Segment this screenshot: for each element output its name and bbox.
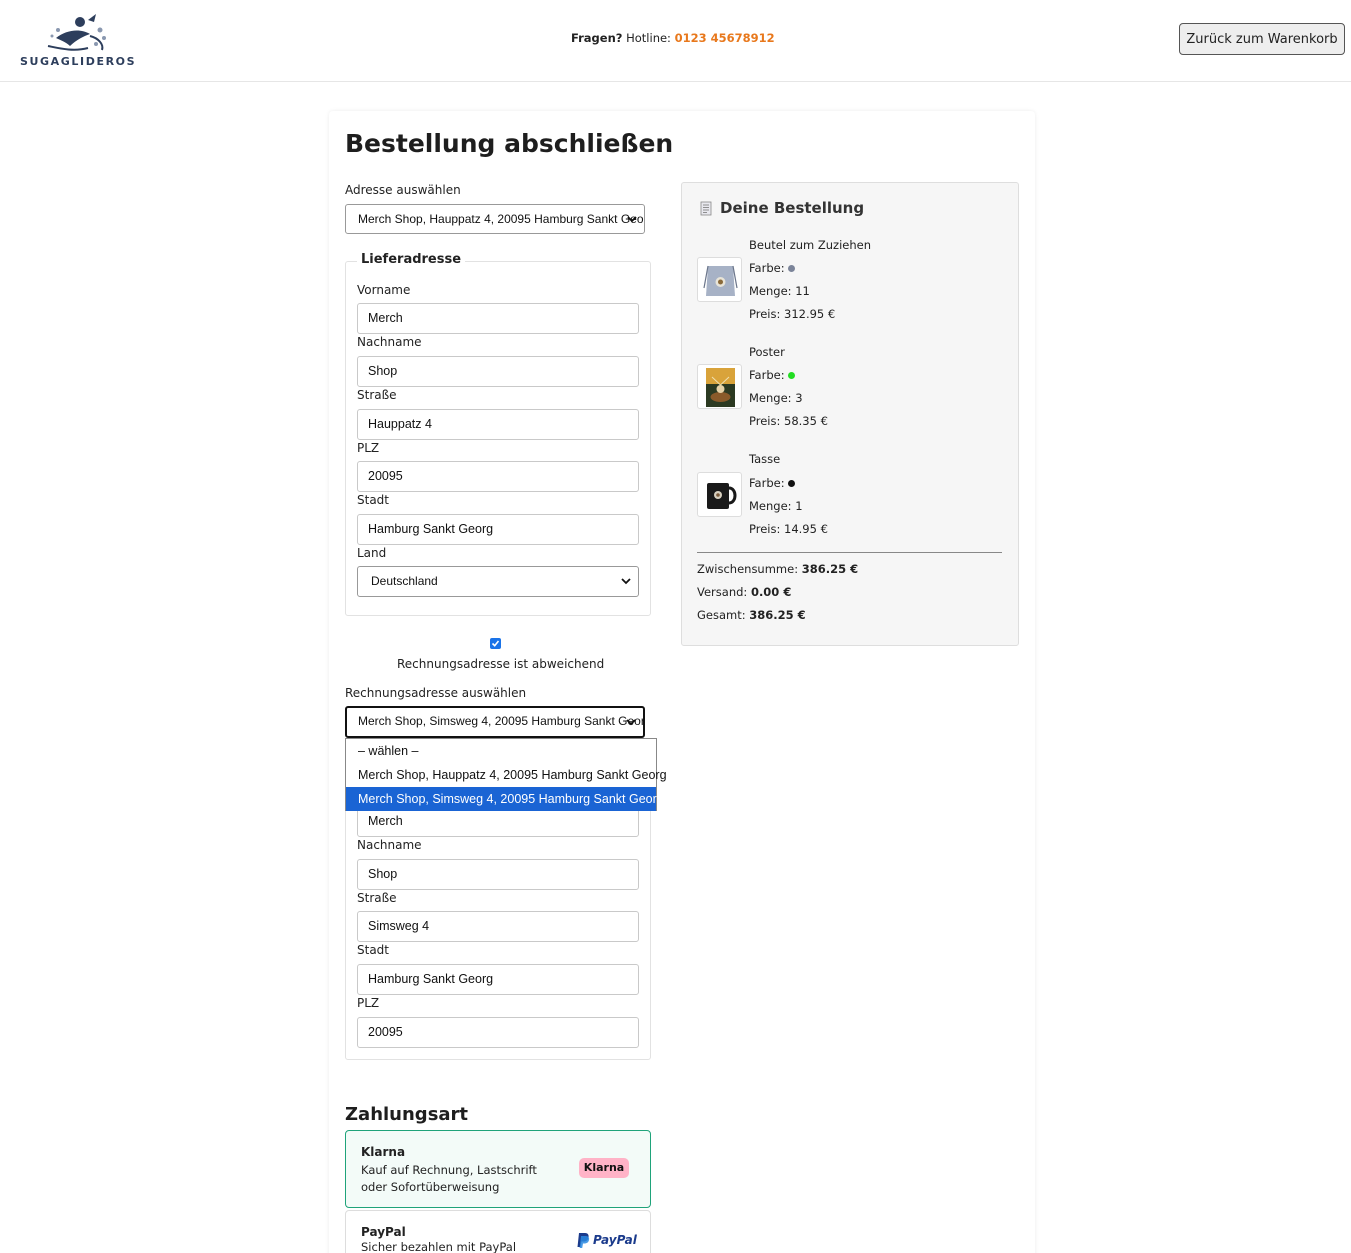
- shipping-cost-label: Versand:: [697, 585, 748, 599]
- subtotal-value: 386.25 €: [801, 562, 859, 576]
- shipping-nachname-field[interactable]: Shop: [357, 356, 639, 387]
- paypal-option[interactable]: PayPal Sicher bezahlen mit PayPal PayPal: [345, 1210, 651, 1253]
- country-select[interactable]: Deutschland: [357, 566, 639, 597]
- hotline: Fragen? Hotline: 0123 45678912: [571, 31, 775, 45]
- dropdown-option[interactable]: Merch Shop, Hauppatz 4, 20095 Hamburg Sa…: [346, 763, 667, 787]
- klarna-option[interactable]: Klarna Kauf auf Rechnung, Lastschrift od…: [345, 1130, 651, 1208]
- color-swatch: [787, 372, 795, 379]
- color-swatch: [787, 265, 795, 272]
- item-color: Farbe:: [749, 261, 795, 275]
- hotline-number[interactable]: 0123 45678912: [675, 31, 775, 45]
- billing-select-label: Rechnungsadresse auswählen: [345, 686, 527, 700]
- shipping-cost-value: 0.00 €: [750, 585, 792, 599]
- check-icon: [491, 640, 500, 647]
- payment-title: Zahlungsart: [345, 1104, 469, 1125]
- paypal-name: PayPal: [361, 1225, 406, 1239]
- item-price: Preis: 14.95 €: [749, 522, 828, 536]
- shipping-strasse-field[interactable]: Hauppatz 4: [357, 409, 639, 440]
- grand-total-label: Gesamt:: [697, 608, 746, 622]
- country-select-value: Deutschland: [371, 574, 438, 588]
- item-quantity: Menge: 1: [749, 499, 803, 513]
- item-price: Preis: 58.35 €: [749, 414, 828, 428]
- address-select[interactable]: Merch Shop, Hauppatz 4, 20095 Hamburg Sa…: [345, 204, 645, 234]
- subtotal: Zwischensumme: 386.25 €: [697, 562, 858, 576]
- shipping-plz-field[interactable]: 20095: [357, 461, 639, 492]
- site-header: SUGAGLIDEROS Fragen? Hotline: 0123 45678…: [0, 0, 1351, 82]
- address-select-value: Merch Shop, Hauppatz 4, 20095 Hamburg Sa…: [358, 212, 645, 226]
- sugar-glider-logo-icon: [47, 14, 106, 51]
- color-swatch: [787, 480, 795, 487]
- item-image-bag: [697, 257, 742, 302]
- subtotal-label: Zwischensumme:: [697, 562, 799, 576]
- poster-icon: [706, 368, 735, 407]
- order-summary-title: Deine Bestellung: [720, 199, 865, 217]
- billing-different-checkbox[interactable]: [490, 638, 501, 649]
- billing-plz-field[interactable]: 20095: [357, 1017, 639, 1048]
- billing-stadt-field[interactable]: Hamburg Sankt Georg: [357, 964, 639, 995]
- paypal-icon: [577, 1233, 590, 1248]
- receipt-icon: [700, 201, 712, 216]
- item-color: Farbe:: [749, 476, 795, 490]
- item-price: Preis: 312.95 €: [749, 307, 836, 321]
- strasse-label: Straße: [357, 388, 397, 402]
- land-label: Land: [357, 546, 387, 560]
- hotline-label: Hotline:: [626, 31, 671, 45]
- page-title: Bestellung abschließen: [345, 129, 674, 158]
- item-color-label: Farbe:: [749, 476, 785, 490]
- dropdown-option-selected[interactable]: Merch Shop, Simsweg 4, 20095 Hamburg San…: [346, 787, 664, 811]
- dropdown-option[interactable]: – wählen –: [346, 739, 656, 763]
- grand-total-value: 386.25 €: [749, 608, 806, 622]
- shipping-cost: Versand: 0.00 €: [697, 585, 791, 599]
- item-name: Poster: [749, 345, 785, 359]
- billing-nachname-label: Nachname: [357, 838, 422, 852]
- address-select-label: Adresse auswählen: [345, 183, 461, 197]
- grand-total: Gesamt: 386.25 €: [697, 608, 806, 622]
- stadt-label: Stadt: [357, 493, 389, 507]
- billing-strasse-label: Straße: [357, 891, 397, 905]
- chevron-down-icon: [621, 578, 631, 585]
- item-color: Farbe:: [749, 368, 795, 382]
- billing-address-dropdown: – wählen – Merch Shop, Hauppatz 4, 20095…: [345, 738, 667, 811]
- billing-plz-label: PLZ: [357, 996, 380, 1010]
- nachname-label: Nachname: [357, 335, 422, 349]
- summary-divider: [697, 552, 1002, 553]
- shipping-stadt-field[interactable]: Hamburg Sankt Georg: [357, 514, 639, 545]
- klarna-logo: Klarna: [579, 1158, 629, 1178]
- item-quantity: Menge: 3: [749, 391, 803, 405]
- drawstring-bag-icon: [703, 265, 738, 296]
- klarna-description: Kauf auf Rechnung, Lastschrift oder Sofo…: [361, 1163, 537, 1194]
- paypal-description: Sicher bezahlen mit PayPal: [361, 1240, 517, 1253]
- item-image-poster: [697, 364, 742, 409]
- chevron-down-icon: [626, 719, 636, 726]
- item-image-mug: [697, 472, 742, 517]
- item-name: Tasse: [749, 452, 781, 466]
- shipping-legend: Lieferadresse: [357, 252, 466, 267]
- item-color-label: Farbe:: [749, 368, 785, 382]
- klarna-name: Klarna: [361, 1145, 406, 1159]
- mug-icon: [707, 483, 737, 509]
- billing-different-label: Rechnungsadresse ist abweichend: [397, 657, 605, 671]
- chevron-down-icon: [627, 216, 637, 223]
- billing-strasse-field[interactable]: Simsweg 4: [357, 911, 639, 942]
- back-to-cart-button[interactable]: Zurück zum Warenkorb: [1179, 23, 1345, 55]
- shipping-vorname-field[interactable]: Merch: [357, 303, 639, 334]
- paypal-logo-text: PayPal: [593, 1233, 637, 1247]
- billing-select-value: Merch Shop, Simsweg 4, 20095 Hamburg San…: [358, 714, 645, 728]
- billing-nachname-field[interactable]: Shop: [357, 859, 639, 890]
- hotline-prefix: Fragen?: [571, 31, 623, 45]
- billing-stadt-label: Stadt: [357, 943, 389, 957]
- plz-label: PLZ: [357, 441, 380, 455]
- item-name: Beutel zum Zuziehen: [749, 238, 871, 252]
- vorname-label: Vorname: [357, 283, 411, 297]
- item-quantity: Menge: 11: [749, 284, 810, 298]
- paypal-logo: PayPal: [576, 1231, 637, 1251]
- billing-address-select[interactable]: Merch Shop, Simsweg 4, 20095 Hamburg San…: [345, 706, 645, 738]
- item-color-label: Farbe:: [749, 261, 785, 275]
- logo-text: SUGAGLIDEROS: [20, 55, 137, 68]
